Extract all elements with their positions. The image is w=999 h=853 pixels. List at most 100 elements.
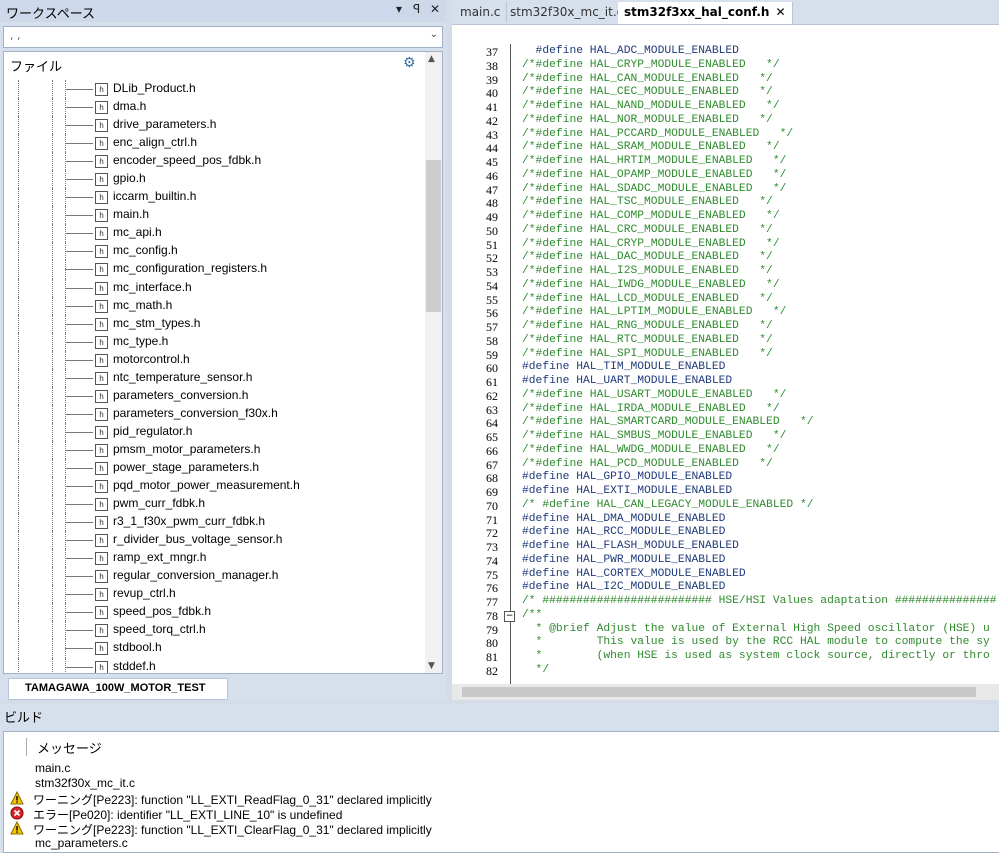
code-line[interactable]: /* #define HAL_CAN_LEGACY_MODULE_ENABLED…: [522, 499, 814, 511]
code-line[interactable]: /*#define HAL_TSC_MODULE_ENABLED */: [522, 196, 773, 208]
code-line[interactable]: /*#define HAL_RTC_MODULE_ENABLED */: [522, 334, 773, 346]
tree-file-item[interactable]: h power_stage_parameters.h: [4, 458, 424, 478]
code-line[interactable]: /*#define HAL_USART_MODULE_ENABLED */: [522, 389, 786, 401]
scroll-up-icon[interactable]: ▲: [428, 54, 435, 64]
code-line[interactable]: #define HAL_PWR_MODULE_ENABLED: [522, 554, 725, 566]
code-line[interactable]: /**: [522, 609, 542, 621]
code-line[interactable]: #define HAL_ADC_MODULE_ENABLED: [522, 45, 739, 57]
tree-file-item[interactable]: h mc_api.h: [4, 224, 424, 243]
close-icon[interactable]: ✕: [430, 2, 440, 16]
tree-file-item[interactable]: h pqd_motor_power_measurement.h: [4, 477, 424, 496]
tree-file-item[interactable]: h r_divider_bus_voltage_sensor.h: [4, 531, 424, 550]
code-line[interactable]: /*#define HAL_SRAM_MODULE_ENABLED */: [522, 141, 780, 153]
tree-file-item[interactable]: h gpio.h: [4, 170, 424, 189]
tree-file-item[interactable]: h drive_parameters.h: [4, 116, 424, 135]
chevron-down-icon[interactable]: ⌄: [430, 29, 438, 40]
code-line[interactable]: /*#define HAL_CEC_MODULE_ENABLED */: [522, 86, 773, 98]
gear-icon[interactable]: ⚙: [403, 55, 416, 71]
tree-file-item[interactable]: h speed_torq_ctrl.h: [4, 621, 424, 640]
message-column-header[interactable]: メッセージ: [26, 738, 102, 757]
code-line[interactable]: #define HAL_FLASH_MODULE_ENABLED: [522, 540, 739, 552]
tree-file-item[interactable]: h speed_pos_fdbk.h: [4, 603, 424, 622]
code-line[interactable]: #define HAL_TIM_MODULE_ENABLED: [522, 361, 725, 373]
tree-file-item[interactable]: h dma.h: [4, 98, 424, 117]
tree-file-item[interactable]: h stddef.h: [4, 657, 424, 673]
tab-stm32f3xx-hal-conf-h[interactable]: stm32f3xx_hal_conf.h ✕: [618, 2, 793, 24]
tab-main-c[interactable]: main.c: [454, 2, 508, 22]
tree-file-item[interactable]: h encoder_speed_pos_fdbk.h: [4, 152, 424, 171]
code-line[interactable]: /*#define HAL_NOR_MODULE_ENABLED */: [522, 114, 773, 126]
code-line[interactable]: /*#define HAL_CAN_MODULE_ENABLED */: [522, 73, 773, 85]
tree-file-item[interactable]: h main.h: [4, 206, 424, 225]
dropdown-icon[interactable]: ▾: [396, 2, 402, 16]
code-line[interactable]: #define HAL_RCC_MODULE_ENABLED: [522, 526, 725, 538]
tree-file-item[interactable]: h parameters_conversion_f30x.h: [4, 404, 424, 423]
tree-file-item[interactable]: h regular_conversion_manager.h: [4, 567, 424, 586]
code-line[interactable]: /*#define HAL_NAND_MODULE_ENABLED */: [522, 100, 780, 112]
code-line[interactable]: /*#define HAL_PCD_MODULE_ENABLED */: [522, 458, 773, 470]
tab-stm32f30x-mc-it-c[interactable]: stm32f30x_mc_it.c: [504, 2, 631, 22]
pin-icon[interactable]: ꟼ: [413, 2, 420, 16]
code-line[interactable]: /*#define HAL_RNG_MODULE_ENABLED */: [522, 320, 773, 332]
tree-file-item[interactable]: h mc_interface.h: [4, 278, 424, 297]
code-area[interactable]: 37 #define HAL_ADC_MODULE_ENABLED 38 /*#de…: [452, 44, 999, 684]
code-line[interactable]: /*#define HAL_COMP_MODULE_ENABLED */: [522, 210, 780, 222]
tree-file-item[interactable]: h parameters_conversion.h: [4, 386, 424, 405]
code-line[interactable]: /*#define HAL_SPI_MODULE_ENABLED */: [522, 348, 773, 360]
close-icon[interactable]: ✕: [775, 5, 785, 19]
code-line[interactable]: #define HAL_CORTEX_MODULE_ENABLED: [522, 568, 746, 580]
code-line[interactable]: /*#define HAL_SMARTCARD_MODULE_ENABLED *…: [522, 416, 814, 428]
tree-file-item[interactable]: h iccarm_builtin.h: [4, 188, 424, 207]
code-line[interactable]: * (when HSE is used as system clock sour…: [522, 650, 990, 662]
code-line[interactable]: /*#define HAL_IWDG_MODULE_ENABLED */: [522, 279, 780, 291]
scroll-down-icon[interactable]: ▼: [428, 661, 435, 671]
code-line[interactable]: /*#define HAL_IRDA_MODULE_ENABLED */: [522, 403, 780, 415]
code-line[interactable]: /*#define HAL_CRYP_MODULE_ENABLED */: [522, 59, 780, 71]
code-line[interactable]: /*#define HAL_CRC_MODULE_ENABLED */: [522, 224, 773, 236]
tree-file-item[interactable]: h r3_1_f30x_pwm_curr_fdbk.h: [4, 513, 424, 532]
tree-file-item[interactable]: h mc_stm_types.h: [4, 314, 424, 333]
tree-file-item[interactable]: h mc_type.h: [4, 332, 424, 351]
project-tab[interactable]: TAMAGAWA_100W_MOTOR_TEST: [8, 678, 228, 700]
code-line[interactable]: /* ######################### HSE/HSI Val…: [522, 595, 997, 607]
editor-horizontal-scrollbar[interactable]: [452, 684, 999, 700]
tree-file-item[interactable]: h ramp_ext_mngr.h: [4, 549, 424, 568]
tree-file-item[interactable]: h pwm_curr_fdbk.h: [4, 495, 424, 514]
tree-file-item[interactable]: h DLib_Product.h: [4, 80, 424, 99]
tree-file-item[interactable]: h motorcontrol.h: [4, 350, 424, 369]
tree-file-item[interactable]: h mc_configuration_registers.h: [4, 260, 424, 279]
code-line[interactable]: * @brief Adjust the value of External Hi…: [522, 623, 990, 635]
code-line[interactable]: #define HAL_DMA_MODULE_ENABLED: [522, 513, 725, 525]
configuration-select[interactable]: , , ⌄: [3, 26, 443, 48]
tree-file-item[interactable]: h mc_config.h: [4, 242, 424, 261]
scroll-thumb[interactable]: [426, 160, 441, 312]
code-line[interactable]: /*#define HAL_PCCARD_MODULE_ENABLED */: [522, 128, 793, 140]
tree-file-item[interactable]: h enc_align_ctrl.h: [4, 134, 424, 153]
code-line[interactable]: /*#define HAL_DAC_MODULE_ENABLED */: [522, 251, 773, 263]
code-line[interactable]: /*#define HAL_OPAMP_MODULE_ENABLED */: [522, 169, 786, 181]
tree-file-item[interactable]: h pmsm_motor_parameters.h: [4, 440, 424, 459]
code-line[interactable]: #define HAL_EXTI_MODULE_ENABLED: [522, 485, 732, 497]
code-line[interactable]: /*#define HAL_WWDG_MODULE_ENABLED */: [522, 444, 780, 456]
tree-file-item[interactable]: h mc_math.h: [4, 296, 424, 315]
tree-file-item[interactable]: h revup_ctrl.h: [4, 585, 424, 604]
code-line[interactable]: /*#define HAL_HRTIM_MODULE_ENABLED */: [522, 155, 786, 167]
code-line[interactable]: /*#define HAL_SDADC_MODULE_ENABLED */: [522, 183, 786, 195]
code-line[interactable]: #define HAL_I2C_MODULE_ENABLED: [522, 581, 725, 593]
code-line[interactable]: #define HAL_GPIO_MODULE_ENABLED: [522, 471, 732, 483]
code-line[interactable]: */: [522, 664, 550, 676]
code-line[interactable]: #define HAL_UART_MODULE_ENABLED: [522, 375, 732, 387]
code-line[interactable]: /*#define HAL_LPTIM_MODULE_ENABLED */: [522, 306, 786, 318]
code-line[interactable]: /*#define HAL_CRYP_MODULE_ENABLED */: [522, 238, 780, 250]
code-line[interactable]: /*#define HAL_SMBUS_MODULE_ENABLED */: [522, 430, 786, 442]
code-line[interactable]: /*#define HAL_I2S_MODULE_ENABLED */: [522, 265, 773, 277]
tree-guide-line: [52, 332, 53, 351]
scroll-thumb[interactable]: [462, 687, 976, 697]
code-line[interactable]: * This value is used by the RCC HAL modu…: [522, 636, 990, 648]
tree-file-item[interactable]: h pid_regulator.h: [4, 422, 424, 441]
tree-file-item[interactable]: h ntc_temperature_sensor.h: [4, 368, 424, 387]
code-line[interactable]: /*#define HAL_LCD_MODULE_ENABLED */: [522, 293, 773, 305]
tree-file-item[interactable]: h stdbool.h: [4, 639, 424, 658]
fold-toggle-icon[interactable]: −: [504, 610, 515, 622]
tree-scrollbar[interactable]: ▲ ▼: [425, 52, 442, 673]
